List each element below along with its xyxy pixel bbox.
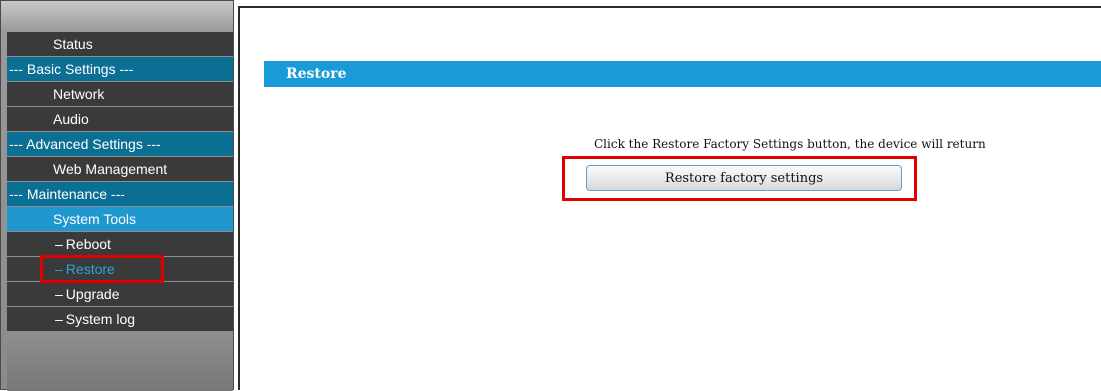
sidebar-section-label: --- Basic Settings --- xyxy=(9,61,134,77)
sidebar-item-label: Web Management xyxy=(53,161,168,177)
sub-item-dash: – xyxy=(55,286,63,302)
restore-factory-settings-button[interactable]: Restore factory settings xyxy=(586,165,902,191)
sub-item-dash: – xyxy=(55,261,63,277)
sidebar-subitem-upgrade[interactable]: – Upgrade xyxy=(7,282,233,307)
sidebar-section-label: --- Maintenance --- xyxy=(9,186,125,202)
sidebar-item-label: Status xyxy=(53,36,93,52)
sidebar-item-label: Restore xyxy=(65,261,115,277)
sidebar-item-network[interactable]: Network xyxy=(7,82,233,107)
sidebar-section-label: --- Advanced Settings --- xyxy=(9,136,161,152)
sub-item-dash: – xyxy=(55,236,63,252)
sidebar-item-label: System Tools xyxy=(53,211,136,227)
sidebar: Status --- Basic Settings --- Network Au… xyxy=(0,0,234,391)
sidebar-item-label: Network xyxy=(53,86,105,102)
sidebar-item-label: Audio xyxy=(53,111,89,127)
sidebar-menu: Status --- Basic Settings --- Network Au… xyxy=(7,32,233,332)
sidebar-section-maintenance[interactable]: --- Maintenance --- xyxy=(7,182,233,207)
sidebar-item-audio[interactable]: Audio xyxy=(7,107,233,132)
sidebar-item-label: Reboot xyxy=(65,236,111,252)
restore-description: Click the Restore Factory Settings butto… xyxy=(594,137,986,151)
sidebar-subitem-reboot[interactable]: – Reboot xyxy=(7,232,233,257)
section-header: Restore xyxy=(264,61,1101,87)
section-title: Restore xyxy=(286,66,347,82)
sidebar-subitem-system-log[interactable]: – System log xyxy=(7,307,233,332)
sidebar-section-advanced-settings[interactable]: --- Advanced Settings --- xyxy=(7,132,233,157)
sidebar-item-system-tools[interactable]: System Tools xyxy=(7,207,233,232)
main-content: Restore Click the Restore Factory Settin… xyxy=(238,6,1101,390)
sidebar-item-status[interactable]: Status xyxy=(7,32,233,57)
sidebar-item-label: Upgrade xyxy=(65,286,120,302)
sidebar-subitem-restore[interactable]: – Restore xyxy=(7,257,233,282)
sidebar-item-web-management[interactable]: Web Management xyxy=(7,157,233,182)
sub-item-dash: – xyxy=(55,311,63,327)
sidebar-section-basic-settings[interactable]: --- Basic Settings --- xyxy=(7,57,233,82)
sidebar-filler xyxy=(7,331,233,391)
sidebar-item-label: System log xyxy=(65,311,136,327)
